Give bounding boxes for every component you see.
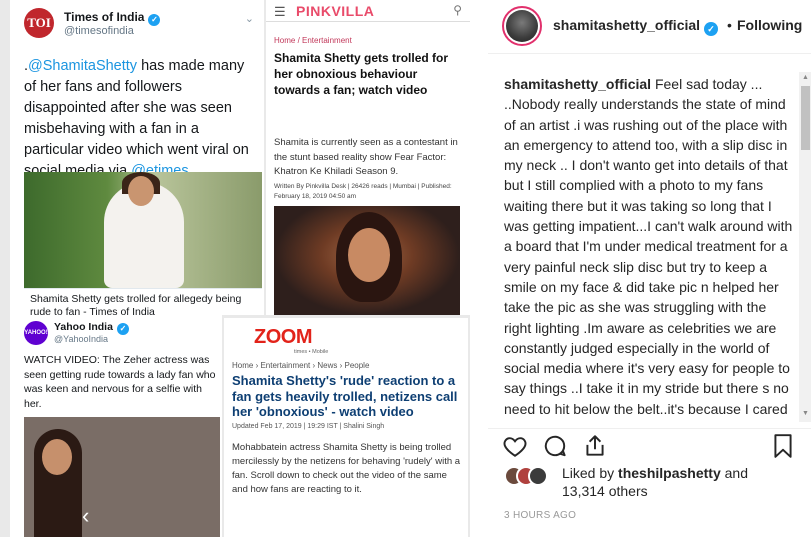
liked-by-user-link[interactable]: theshilpashetty	[618, 465, 721, 481]
zoom-logo: ZOOM	[254, 326, 313, 348]
scroll-up-icon[interactable]: ▲	[802, 74, 809, 81]
toi-tweet-card: TOI Times of India ✓ @timesofindia ⌄ .@Sh…	[10, 0, 264, 315]
post-caption: shamitashetty_official Feel sad today ..…	[504, 74, 796, 418]
verified-icon: ✓	[116, 323, 129, 335]
yahoo-photo: ‹	[24, 417, 220, 537]
yahoo-handle: @YahooIndia	[54, 334, 109, 344]
yahoo-tweet-text: WATCH VIDEO: The Zeher actress was seen …	[24, 354, 216, 410]
zoom-article-card: ZOOM times • Mobile Home › Entertainment…	[224, 318, 468, 537]
following-button[interactable]: Following	[737, 17, 802, 33]
zoom-tagline: times • Mobile	[294, 349, 329, 355]
yahoo-logo: YAHOO! INDIA	[24, 321, 48, 360]
toi-photo-caption: Shamita Shetty gets trolled for allegedy…	[24, 288, 262, 315]
scroll-down-icon[interactable]: ▼	[802, 410, 809, 417]
caption-username[interactable]: shamitashetty_official	[504, 76, 651, 92]
toi-photo	[24, 172, 262, 288]
pinkvilla-breadcrumb: Home / Entertainment	[274, 36, 352, 45]
pinkvilla-article-card: ☰ PINKVILLA ⚲ Home / Entertainment Shami…	[266, 0, 470, 315]
others-likes-link[interactable]: 13,314 others	[562, 483, 648, 499]
yahoo-tweet-card: YAHOO! INDIA Yahoo India ✓ @YahooIndia WA…	[10, 315, 222, 537]
verified-icon: ✓	[148, 14, 161, 26]
toi-logo: TOI	[24, 8, 54, 38]
post-timestamp[interactable]: 3 HOURS AGO	[504, 510, 576, 521]
liker-avatar[interactable]	[528, 466, 548, 486]
toi-handle: @timesofindia	[64, 25, 134, 37]
pinkvilla-photo	[274, 206, 460, 315]
heart-icon[interactable]	[502, 433, 528, 459]
avatar[interactable]	[502, 6, 542, 46]
likes-text: Liked by theshilpashetty and 13,314 other…	[562, 465, 748, 499]
hamburger-menu-icon: ☰	[274, 4, 286, 19]
pinkvilla-logo: PINKVILLA	[296, 3, 375, 19]
verified-icon: ✓	[704, 22, 719, 36]
pinkvilla-meta: Written By Pinkvilla Desk | 26426 reads …	[274, 183, 452, 200]
share-icon[interactable]	[582, 433, 608, 459]
zoom-headline: Shamita Shetty's 'rude' reaction to a fa…	[232, 373, 458, 419]
post-actions-bar	[488, 428, 811, 460]
post-header: shamitashetty_official ✓ • Following	[488, 0, 811, 54]
pinkvilla-description: Shamita is currently seen as a contestan…	[274, 137, 458, 177]
bookmark-icon[interactable]	[770, 433, 796, 459]
yahoo-account-name: Yahoo India ✓	[54, 321, 129, 335]
pinkvilla-topbar: ☰ PINKVILLA ⚲	[266, 0, 470, 22]
zoom-breadcrumb: Home › Entertainment › News › People	[232, 361, 370, 370]
username-link[interactable]: shamitashetty_official ✓	[553, 17, 719, 36]
caption-text: Feel sad today ... ..Nobody really under…	[504, 76, 793, 417]
comment-icon[interactable]	[542, 433, 568, 459]
pinkvilla-headline: Shamita Shetty gets trolled for her obno…	[274, 51, 449, 97]
mention-link: @ShamitaShetty	[28, 58, 138, 74]
instagram-post-panel: shamitashetty_official ✓ • Following sham…	[488, 0, 811, 537]
search-icon: ⚲	[453, 3, 462, 17]
separator-dot: •	[727, 17, 732, 33]
toi-tweet-text: .@ShamitaShetty has made many of her fan…	[24, 58, 249, 179]
chevron-down-icon: ⌄	[244, 13, 254, 25]
zoom-description: Mohabbatein actress Shamita Shetty is be…	[232, 442, 461, 495]
toi-account-name: Times of India ✓	[64, 10, 161, 26]
news-collage-image: TOI Times of India ✓ @timesofindia ⌄ .@Sh…	[0, 0, 470, 537]
scrollbar-thumb[interactable]	[801, 86, 810, 150]
zoom-meta: Updated Feb 17, 2019 | 19:29 IST | Shali…	[232, 423, 385, 430]
chevron-left-icon: ‹	[82, 503, 90, 528]
